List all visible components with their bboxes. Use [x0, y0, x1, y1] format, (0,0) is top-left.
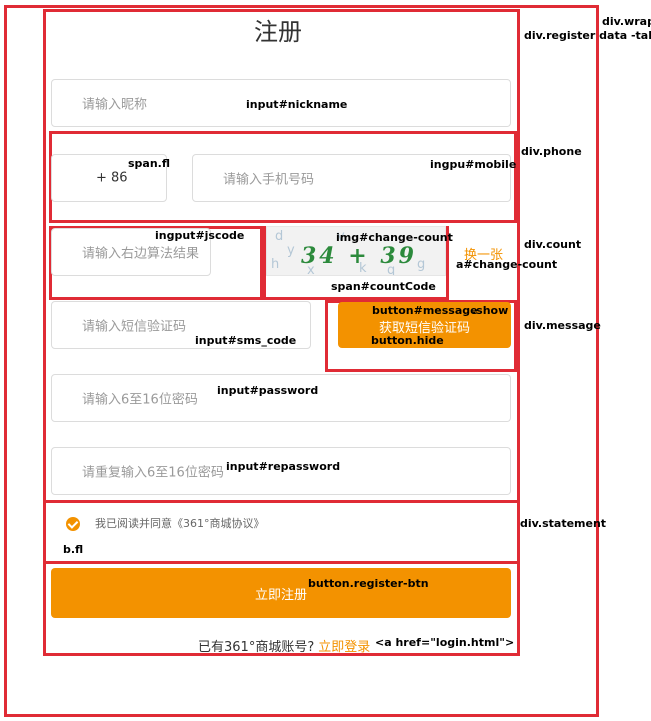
label-password: input#password [217, 384, 319, 397]
captcha-noise: y [287, 243, 295, 258]
jscode-placeholder: 请输入右边算法结果 [82, 246, 200, 262]
label-sms-code: input#sms_code [195, 334, 297, 347]
statement-box [43, 500, 520, 564]
label-phone: div.phone [521, 145, 582, 158]
label-count: div.count [524, 238, 582, 251]
label-login-href: <a href="login.html"> [375, 636, 515, 649]
label-mobile: ingpu#mobile [430, 158, 517, 171]
label-a-change-count: a#change-count [456, 258, 558, 271]
label-button-message: button#message [372, 304, 478, 317]
label-nickname: input#nickname [246, 98, 348, 111]
label-register-btn: button.register-btn [308, 577, 429, 590]
label-span-count-code: span#countCode [331, 280, 436, 293]
label-repassword: input#repassword [226, 460, 341, 473]
label-jscode: ingput#jscode [155, 229, 245, 242]
login-prompt: 已有361°商城账号? 立即登录 [198, 636, 370, 655]
label-show: .show [472, 304, 509, 317]
password-input[interactable]: 请输入6至16位密码 [51, 374, 511, 422]
statement-text: 我已阅读并同意《361°商城协议》 [95, 517, 265, 530]
label-button-hide: button.hide [371, 334, 444, 347]
captcha-noise: d [275, 229, 284, 244]
captcha-noise: h [271, 257, 280, 272]
login-link[interactable]: 立即登录 [318, 640, 370, 655]
mobile-placeholder: 请输入手机号码 [223, 172, 315, 188]
captcha-code: 34 + 39 [301, 243, 417, 269]
label-span-fl: span.fl [128, 157, 171, 170]
password-placeholder: 请输入6至16位密码 [82, 392, 198, 408]
login-prompt-text: 已有361°商城账号? [198, 640, 315, 655]
label-img-change-count: img#change-count [336, 231, 453, 244]
agree-checkbox[interactable] [66, 517, 80, 531]
page-title: 注册 [254, 18, 302, 46]
nickname-placeholder: 请输入昵称 [82, 97, 148, 113]
register-button-label: 立即注册 [254, 587, 307, 603]
label-b-fl: b.fl [63, 543, 84, 556]
label-message: div.message [524, 319, 601, 332]
sms-placeholder: 请输入短信验证码 [82, 319, 187, 335]
label-statement: div.statement [520, 517, 607, 530]
send-sms-label: 获取短信验证码 [378, 320, 470, 336]
label-wrap: div.wrap [602, 15, 651, 28]
repassword-placeholder: 请重复输入6至16位密码 [82, 465, 224, 481]
register-button[interactable]: 立即注册 [51, 568, 511, 618]
country-code-text: + 86 [96, 170, 128, 186]
label-register-table: div.register data -table [524, 29, 651, 42]
captcha-noise: g [417, 257, 426, 272]
